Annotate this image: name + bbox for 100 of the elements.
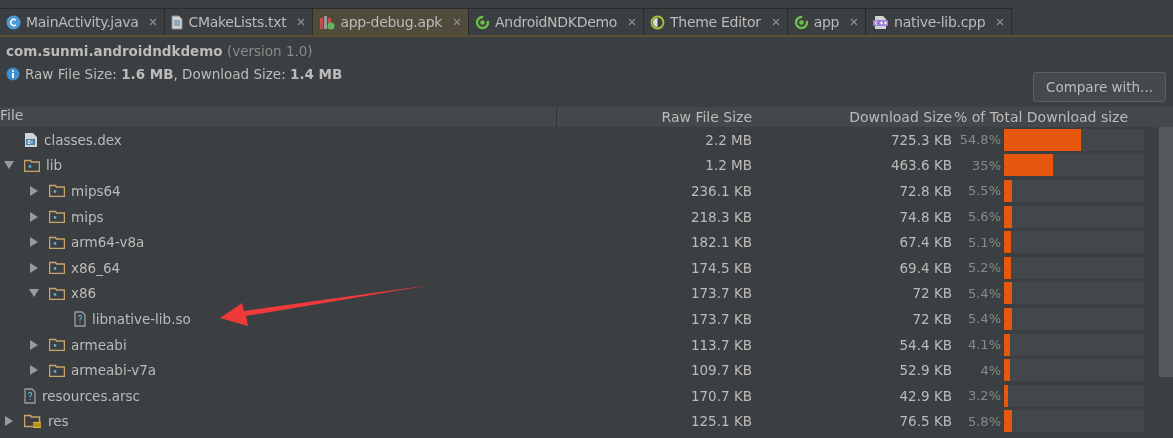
column-header[interactable]: % of Total Download size	[952, 109, 1154, 125]
module-icon	[475, 14, 491, 30]
editor-tab[interactable]: AndroidNDKDemo	[469, 8, 645, 35]
column-header[interactable]: File	[0, 107, 557, 127]
archive-icon	[319, 14, 336, 30]
close-icon[interactable]	[771, 18, 780, 26]
raw-size: 173.7 KB	[689, 285, 752, 302]
editor-tab[interactable]: native-lib.cpp	[866, 8, 1013, 35]
percent-text: 5.1%	[966, 234, 1001, 250]
download-size: 72 KB	[911, 310, 952, 327]
percent-text: 5.6%	[966, 209, 1001, 225]
raw-size: 174.5 KB	[689, 259, 752, 276]
collapse-arrow-icon[interactable]	[29, 288, 39, 299]
folder-icon	[49, 184, 65, 198]
scrollbar[interactable]	[1159, 127, 1173, 377]
file-name: x86	[71, 285, 97, 302]
percent-text: 5.4%	[966, 285, 1001, 301]
raw-size: 218.3 KB	[689, 208, 752, 225]
size-summary: Raw File Size: 1.6 MB, Download Size: 1.4 MB	[25, 66, 343, 82]
folder-icon	[49, 338, 65, 352]
class-icon	[6, 14, 21, 30]
raw-size: 2.2 MB	[704, 131, 752, 148]
close-icon[interactable]	[850, 18, 859, 26]
column-header[interactable]: Download Size	[752, 109, 952, 125]
unknown-file-icon	[24, 387, 36, 404]
folder-icon	[49, 235, 65, 249]
raw-size: 125.1 KB	[689, 413, 752, 430]
percent-text: 54.8%	[958, 132, 1001, 148]
download-size: 74.8 KB	[898, 208, 952, 225]
percent-text: 5.2%	[966, 260, 1001, 276]
folder-icon	[49, 261, 65, 275]
raw-size: 182.1 KB	[689, 234, 752, 251]
download-size: 42.9 KB	[898, 387, 952, 404]
download-size: 54.4 KB	[898, 336, 952, 353]
folder-icon	[49, 286, 65, 300]
folder-icon	[49, 210, 65, 224]
file-name: mips64	[71, 183, 121, 199]
folder-icon	[24, 158, 40, 172]
file-name: armeabi	[71, 336, 127, 353]
download-size: 69.4 KB	[898, 259, 952, 276]
percent-text: 3.2%	[966, 388, 1001, 404]
module-icon	[793, 14, 809, 30]
expand-arrow-icon[interactable]	[29, 365, 39, 376]
percent-text: 4.1%	[966, 337, 1001, 353]
raw-size: 173.7 KB	[689, 310, 752, 327]
download-size: 52.9 KB	[898, 362, 952, 379]
package-version: (version 1.0)	[226, 43, 313, 59]
download-size: 463.6 KB	[889, 157, 952, 174]
expand-arrow-icon[interactable]	[29, 339, 39, 350]
download-size: 76.5 KB	[898, 413, 952, 430]
dex-file-icon	[24, 131, 38, 148]
compare-button[interactable]: Compare with...	[1032, 72, 1166, 102]
file-name: classes.dex	[44, 131, 122, 148]
editor-tab[interactable]: Theme Editor	[644, 8, 788, 35]
close-icon[interactable]	[996, 18, 1005, 26]
column-header[interactable]: Raw File Size	[557, 109, 752, 125]
close-icon[interactable]	[149, 18, 158, 26]
file-name: x86_64	[71, 259, 121, 276]
raw-size: 109.7 KB	[689, 362, 752, 379]
file-name: lib	[46, 157, 63, 174]
file-name: res	[48, 413, 69, 430]
text-file-icon	[171, 14, 184, 30]
resource-folder-icon	[24, 413, 42, 429]
raw-size: 1.2 MB	[704, 157, 752, 174]
file-name: armeabi-v7a	[71, 362, 156, 379]
download-size: 72.8 KB	[898, 183, 952, 199]
raw-size: 170.7 KB	[689, 387, 752, 404]
expand-arrow-icon[interactable]	[29, 186, 39, 196]
cpp-file-icon	[872, 14, 890, 30]
unknown-file-icon	[74, 310, 86, 327]
folder-icon	[49, 363, 65, 377]
download-size: 67.4 KB	[898, 234, 952, 251]
editor-tab[interactable]: app	[787, 8, 867, 35]
file-name: mips	[71, 208, 104, 225]
file-name: arm64-v8a	[71, 234, 145, 251]
expand-arrow-icon[interactable]	[29, 262, 39, 273]
raw-size: 113.7 KB	[689, 336, 752, 353]
percent-text: 4%	[979, 362, 1001, 378]
expand-arrow-icon[interactable]	[4, 416, 14, 427]
info-icon	[6, 67, 20, 81]
close-icon[interactable]	[628, 18, 637, 26]
percent-text: 5.4%	[966, 311, 1001, 327]
percent-text: 5.8%	[966, 413, 1001, 429]
download-size: 725.3 KB	[889, 131, 952, 148]
file-name: resources.arsc	[42, 387, 140, 404]
file-name: libnative-lib.so	[92, 310, 191, 327]
close-icon[interactable]	[297, 18, 306, 26]
raw-size: 236.1 KB	[689, 183, 752, 199]
editor-tab[interactable]: CMakeLists.txt	[165, 8, 314, 35]
collapse-arrow-icon[interactable]	[4, 160, 14, 171]
download-size: 72 KB	[911, 285, 952, 302]
half-circle-icon	[650, 14, 666, 30]
editor-tab[interactable]: MainActivity.java	[0, 8, 166, 35]
expand-arrow-icon[interactable]	[29, 211, 39, 222]
editor-tab[interactable]: app-debug.apk	[313, 8, 470, 35]
package-name: com.sunmi.androidndkdemo	[6, 43, 223, 59]
percent-text: 35%	[971, 157, 1001, 173]
close-icon[interactable]	[453, 18, 462, 26]
percent-text: 5.5%	[966, 183, 1001, 199]
expand-arrow-icon[interactable]	[29, 237, 39, 248]
